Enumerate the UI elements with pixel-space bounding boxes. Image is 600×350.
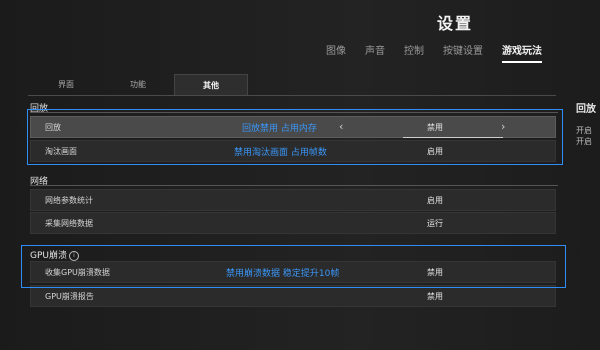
setting-row-collect-network-data[interactable]: 采集网络数据 运行 <box>30 212 556 234</box>
page-title: 设置 <box>437 14 474 33</box>
tab-sound[interactable]: 声音 <box>365 42 385 57</box>
description-line: 开启 <box>576 126 592 135</box>
annotation-text-replay: 回放禁用 占用内存 <box>242 124 317 134</box>
tab-keybinds[interactable]: 按键设置 <box>443 42 483 57</box>
description-line: 开启 <box>576 137 592 146</box>
section-divider <box>30 185 558 186</box>
setting-row-gpu-crash-report[interactable]: GPU崩溃报告 禁用 <box>30 285 556 307</box>
setting-value: 禁用 <box>427 292 443 301</box>
top-tab-bar: 图像 声音 控制 按键设置 游戏玩法 <box>326 42 561 63</box>
subtab-divider <box>28 95 556 96</box>
description-title: 回放 <box>576 104 596 115</box>
subtab-interface[interactable]: 界面 <box>30 74 102 96</box>
tab-graphics[interactable]: 图像 <box>326 42 346 57</box>
subtab-other[interactable]: 其他 <box>174 74 248 96</box>
setting-value: 启用 <box>427 196 443 205</box>
annotation-text-elimination: 禁用淘汰画面 占用帧数 <box>234 148 327 158</box>
subtab-features[interactable]: 功能 <box>102 74 174 96</box>
annotation-text-gpu: 禁用崩溃数据 稳定提升10帧 <box>226 269 340 279</box>
setting-label: 网络参数统计 <box>45 196 93 205</box>
tab-controls[interactable]: 控制 <box>404 42 424 57</box>
setting-label: GPU崩溃报告 <box>45 292 94 301</box>
setting-row-network-stats[interactable]: 网络参数统计 启用 <box>30 189 556 211</box>
sub-tab-bar: 界面 功能 其他 <box>30 74 248 96</box>
description-text: 开启 开启 <box>576 125 596 147</box>
setting-label: 采集网络数据 <box>45 219 93 228</box>
setting-value: 运行 <box>427 219 443 228</box>
tab-gameplay[interactable]: 游戏玩法 <box>502 42 542 63</box>
description-panel: 回放 开启 开启 <box>576 100 596 147</box>
